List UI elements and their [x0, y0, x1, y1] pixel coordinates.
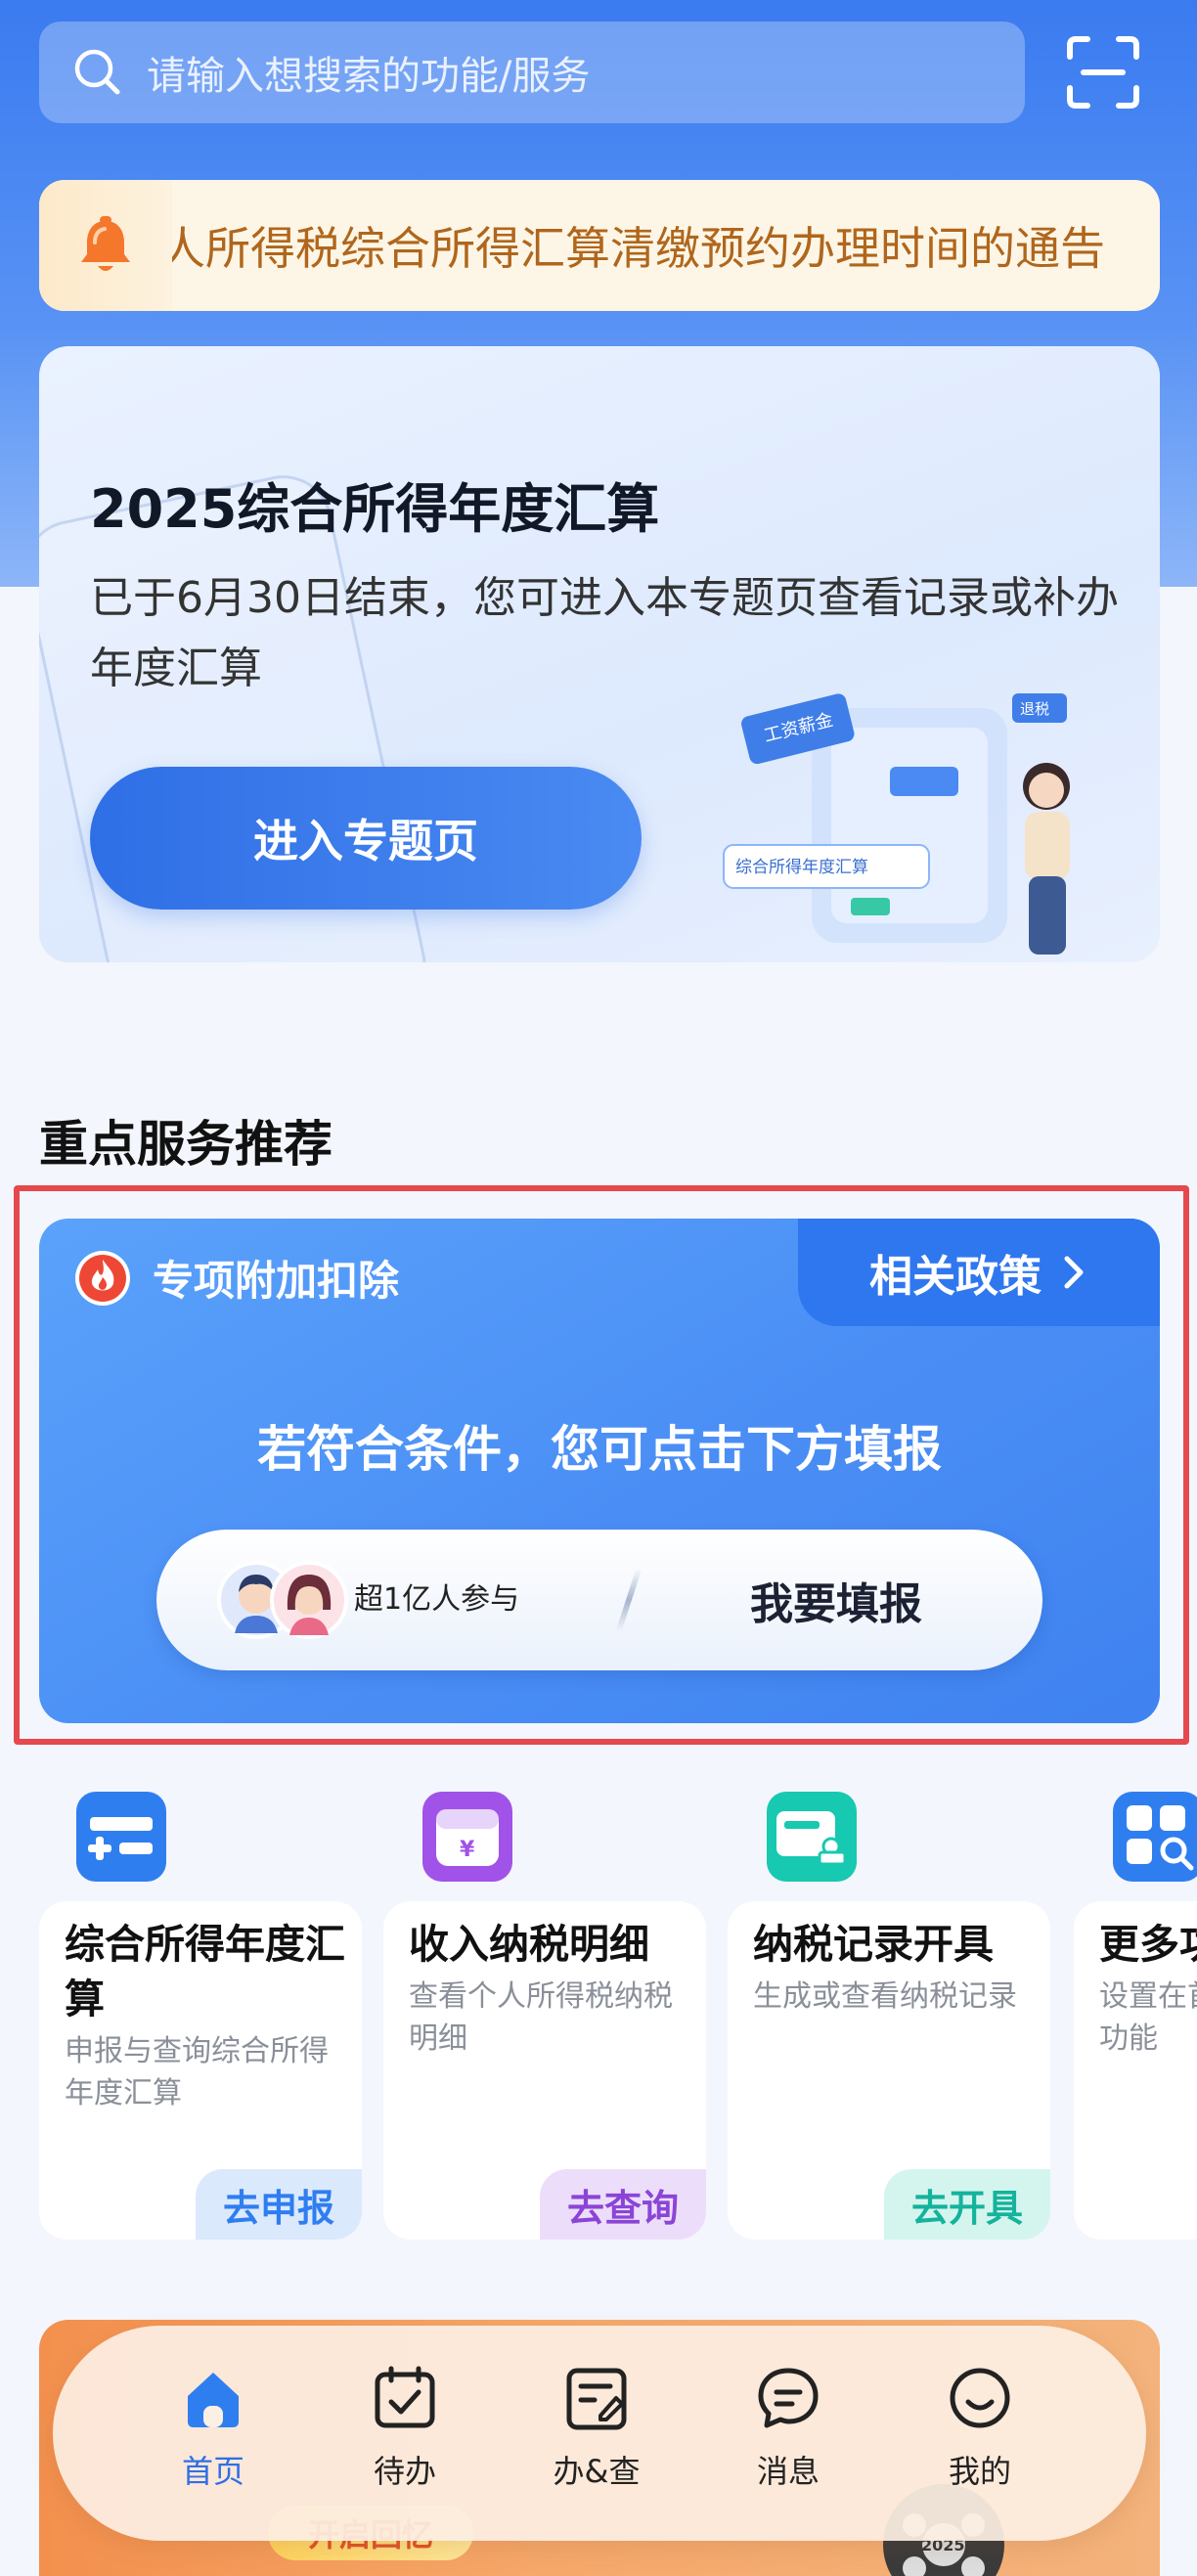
search-placeholder: 请输入想搜索的功能/服务 — [147, 54, 591, 99]
bell-icon — [81, 216, 130, 271]
grid-search-icon[interactable] — [1109, 1788, 1197, 1886]
search-tag-text: 综合所得年度汇算 — [735, 858, 868, 877]
svg-text:¥: ¥ — [460, 1838, 475, 1862]
bottom-tab-bar: 首页 待办 办&查 消息 我的 — [53, 2326, 1146, 2541]
tax-form-icon[interactable] — [72, 1788, 170, 1886]
calendar-check-icon — [375, 2366, 435, 2428]
service-card-income-details[interactable]: 收入纳税明细 查看个人所得税纳税明细 去查询 — [383, 1901, 706, 2240]
search-icon — [74, 49, 120, 95]
service-title: 收入纳税明细 — [409, 1921, 649, 1968]
document-edit-icon — [566, 2368, 627, 2430]
service-desc: 查看个人所得税纳税明细 — [409, 1979, 673, 2056]
service-card-tax-record[interactable]: 纳税记录开具 生成或查看纳税记录 去开具 — [728, 1901, 1050, 2240]
service-title: 更多功能 — [1099, 1921, 1197, 1968]
tab-label: 我的 — [948, 2453, 1011, 2490]
home-icon — [188, 2373, 239, 2427]
service-card-annual-settlement[interactable]: 综合所得年度汇算 申报与查询综合所得年度汇算 去申报 — [39, 1901, 362, 2240]
tab-label: 办&查 — [553, 2453, 641, 2490]
tab-handle-query[interactable]: 办&查 — [518, 2363, 675, 2509]
section-title: 重点服务推荐 — [39, 1116, 332, 1173]
tax-illustration: 工资薪金 退税 综合所得年度汇算 — [723, 693, 1070, 955]
tab-label: 待办 — [373, 2453, 436, 2490]
declare-button[interactable]: 去申报 — [196, 2169, 362, 2240]
notice-bar[interactable]: 个人所得税综合所得汇算清缴预约办理时间的通告 — [39, 180, 1160, 311]
tab-messages[interactable]: 消息 — [710, 2363, 866, 2509]
service-title: 综合所得年度汇算 — [65, 1921, 345, 2022]
service-desc: 设置在首页展示常用功能 — [1099, 1979, 1197, 2056]
notice-icon-container — [39, 180, 172, 311]
enter-topic-button[interactable]: 进入专题页 — [90, 767, 642, 910]
query-button[interactable]: 去查询 — [540, 2169, 706, 2240]
tab-home[interactable]: 首页 — [135, 2363, 291, 2509]
issue-button[interactable]: 去开具 — [884, 2169, 1050, 2240]
tab-label: 消息 — [756, 2453, 820, 2490]
message-icon — [758, 2368, 819, 2428]
search-input[interactable]: 请输入想搜索的功能/服务 — [39, 22, 1025, 123]
annual-settlement-banner[interactable]: 2025综合所得年度汇算 已于6月30日结束，您可进入本专题页查看记录或补办年度… — [39, 346, 1160, 962]
notice-text: 个人所得税综合所得汇算清缴预约办理时间的通告 — [172, 222, 1105, 275]
tab-todo[interactable]: 待办 — [327, 2363, 483, 2509]
tab-mine[interactable]: 我的 — [902, 2363, 1058, 2509]
banner-title: 2025综合所得年度汇算 — [90, 478, 660, 540]
service-desc: 申报与查询综合所得年度汇算 — [65, 2034, 329, 2110]
highlight-frame — [14, 1185, 1189, 1745]
service-title: 纳税记录开具 — [753, 1921, 994, 1968]
scan-icon[interactable] — [1064, 33, 1142, 111]
refund-tag-text: 退税 — [1020, 700, 1049, 718]
tab-label: 首页 — [181, 2453, 244, 2490]
service-card-more[interactable]: 更多功能 设置在首页展示常用功能 — [1074, 1901, 1197, 2240]
service-desc: 生成或查看纳税记录 — [753, 1979, 1017, 2014]
wallet-icon[interactable]: ¥ — [419, 1788, 516, 1886]
stamp-icon[interactable] — [763, 1788, 861, 1886]
smile-icon — [950, 2368, 1010, 2428]
